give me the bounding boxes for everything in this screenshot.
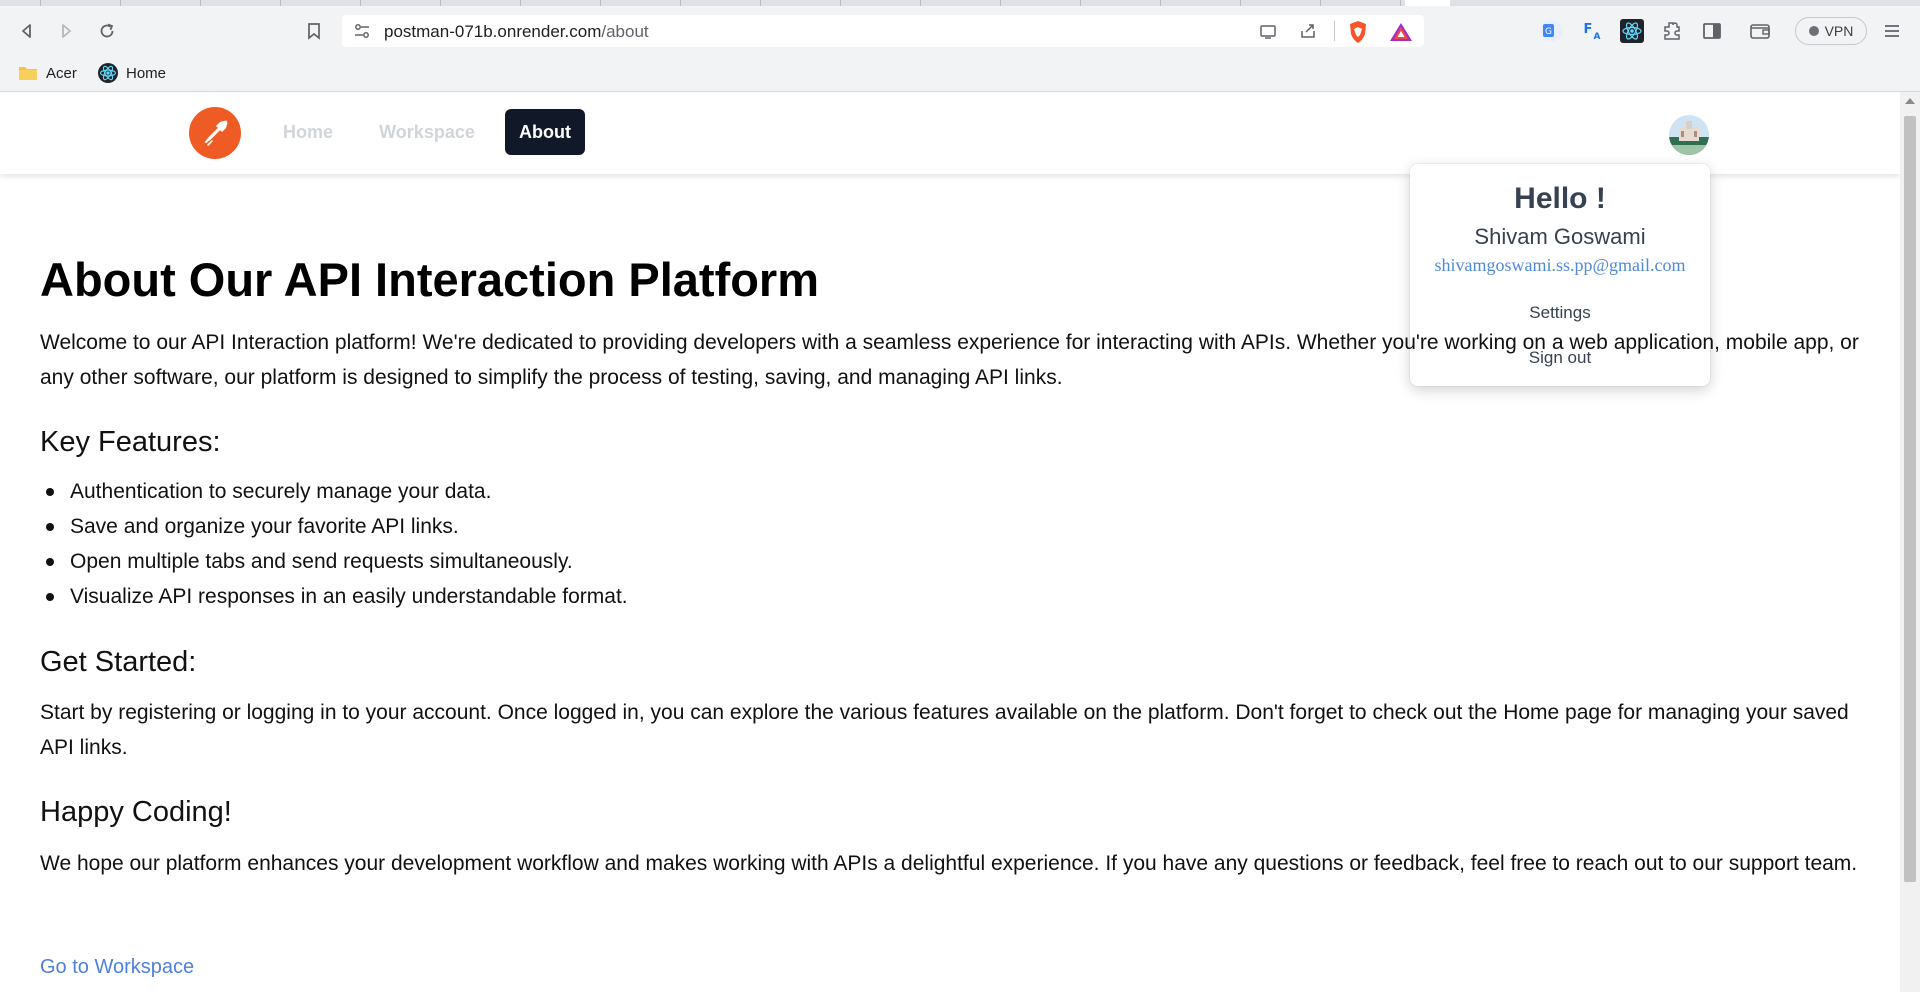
back-icon[interactable] xyxy=(13,17,41,45)
svg-text:G: G xyxy=(1545,27,1552,37)
svg-text:F: F xyxy=(1584,22,1593,37)
nav-about[interactable]: About xyxy=(505,109,585,155)
url-path: /about xyxy=(601,22,649,41)
translate-icon[interactable]: G xyxy=(1539,19,1563,43)
feature-text: Visualize API responses in an easily und… xyxy=(70,585,628,608)
user-greeting: Hello ! xyxy=(1514,182,1606,215)
forward-icon[interactable] xyxy=(52,17,80,45)
menu-icon[interactable] xyxy=(1880,19,1904,43)
wallet-icon[interactable] xyxy=(1748,19,1772,43)
bookmark-label: Acer xyxy=(46,64,77,82)
vpn-status-icon xyxy=(1808,26,1819,36)
happy-coding-heading: Happy Coding! xyxy=(40,796,232,828)
vpn-button[interactable]: VPN xyxy=(1795,17,1867,45)
cast-icon[interactable] xyxy=(1258,21,1278,41)
bullet-icon xyxy=(46,558,54,566)
get-started-paragraph: Start by registering or logging in to yo… xyxy=(40,701,1849,759)
bullet-icon xyxy=(46,488,54,496)
brave-rewards-icon[interactable] xyxy=(1389,22,1413,42)
feature-text: Save and organize your favorite API link… xyxy=(70,515,459,538)
brave-shields-icon[interactable] xyxy=(1347,20,1369,44)
features-heading: Key Features: xyxy=(40,426,221,458)
scrollbar-thumb[interactable] xyxy=(1904,116,1916,882)
menu-item-settings[interactable]: Settings xyxy=(1410,303,1710,323)
avatar-image xyxy=(1669,115,1709,155)
top-navbar: Home Workspace About Hello ! Shivam Gosw… xyxy=(0,92,1900,386)
list-item: Visualize API responses in an easily und… xyxy=(40,579,628,614)
extensions-icon[interactable] xyxy=(1660,19,1684,43)
features-list: Authentication to securely manage your d… xyxy=(40,474,628,614)
user-avatar[interactable] xyxy=(1669,115,1709,155)
intro-text: Welcome to our API Interaction platform!… xyxy=(40,331,1859,389)
bookmark-acer[interactable]: Acer xyxy=(18,62,77,84)
page-title: About Our API Interaction Platform xyxy=(40,253,820,306)
url-text[interactable]: postman-071b.onrender.com/about xyxy=(384,22,649,42)
bookmark-label: Home xyxy=(126,64,167,82)
share-icon[interactable] xyxy=(1298,21,1318,41)
rocket-icon xyxy=(204,120,228,146)
translate-extension-icon[interactable]: FA xyxy=(1580,19,1604,43)
reload-icon[interactable] xyxy=(93,17,121,45)
nav-workspace[interactable]: Workspace xyxy=(370,109,484,155)
react-icon xyxy=(98,63,118,83)
bookmarks-bar: Acer Home xyxy=(0,54,1920,92)
list-item: Authentication to securely manage your d… xyxy=(40,474,628,509)
browser-toolbar: postman-071b.onrender.com/about G FA VPN xyxy=(0,6,1920,54)
bullet-icon xyxy=(46,593,54,601)
list-item: Save and organize your favorite API link… xyxy=(40,509,628,544)
page-scrollbar[interactable] xyxy=(1900,92,1920,992)
sidebar-icon[interactable] xyxy=(1700,19,1724,43)
address-bar[interactable]: postman-071b.onrender.com/about xyxy=(342,15,1424,47)
bullet-icon xyxy=(46,523,54,531)
feature-text: Authentication to securely manage your d… xyxy=(70,480,492,503)
user-name: Shivam Goswami xyxy=(1474,224,1646,249)
intro-paragraph: Welcome to our API Interaction platform!… xyxy=(40,325,1870,395)
page-viewport: Home Workspace About Hello ! Shivam Gosw… xyxy=(0,92,1900,992)
bookmark-home[interactable]: Home xyxy=(98,62,166,84)
nav-home[interactable]: Home xyxy=(268,109,348,155)
folder-icon xyxy=(19,67,37,80)
list-item: Open multiple tabs and send requests sim… xyxy=(40,544,628,579)
react-devtools-icon[interactable] xyxy=(1620,19,1644,43)
get-started-heading: Get Started: xyxy=(40,646,197,678)
site-settings-icon[interactable] xyxy=(352,21,372,41)
postman-logo[interactable] xyxy=(189,107,241,159)
url-host: postman-071b.onrender.com xyxy=(384,22,602,41)
feature-text: Open multiple tabs and send requests sim… xyxy=(70,550,573,573)
svg-text:A: A xyxy=(1594,32,1601,42)
go-to-workspace-link[interactable]: Go to Workspace xyxy=(40,956,194,979)
vpn-label: VPN xyxy=(1824,23,1854,39)
user-email: shivamgoswami.ss.pp@gmail.com xyxy=(1434,255,1686,275)
bookmark-icon[interactable] xyxy=(300,17,328,45)
scroll-up-icon[interactable] xyxy=(1905,98,1915,104)
happy-coding-paragraph: We hope our platform enhances your devel… xyxy=(40,852,1858,875)
